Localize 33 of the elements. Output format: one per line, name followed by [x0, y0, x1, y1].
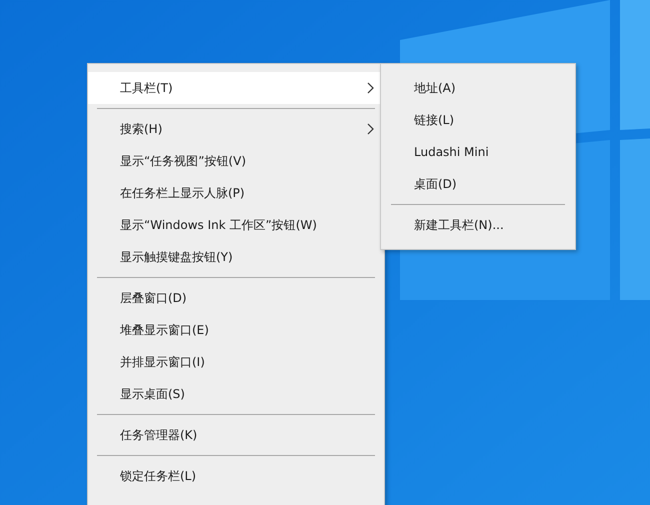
- menu-item-label: 任务管理器(K): [120, 426, 198, 444]
- menu-item[interactable]: 显示桌面(S): [88, 378, 384, 410]
- menu-item[interactable]: 显示触摸键盘按钮(Y): [88, 241, 384, 273]
- menu-item[interactable]: 锁定任务栏(L): [88, 460, 384, 492]
- menu-item-label: 桌面(D): [414, 176, 458, 192]
- menu-item[interactable]: 显示“任务视图”按钮(V): [88, 145, 384, 177]
- menu-item[interactable]: 并排显示窗口(I): [88, 346, 384, 378]
- menu-item[interactable]: 桌面(D): [381, 168, 575, 200]
- menu-item[interactable]: 搜索(H): [88, 113, 384, 145]
- menu-item[interactable]: 层叠窗口(D): [88, 282, 384, 314]
- menu-item[interactable]: 堆叠显示窗口(E): [88, 314, 384, 346]
- menu-item[interactable]: Ludashi Mini: [381, 136, 575, 168]
- menu-item-label: 并排显示窗口(I): [120, 354, 206, 370]
- menu-item-label: 链接(L): [414, 112, 456, 128]
- menu-item-label: 显示“Windows Ink 工作区”按钮(W): [120, 216, 318, 234]
- menu-item[interactable]: 地址(A): [381, 72, 575, 104]
- menu-item-label: 在任务栏上显示人脉(P): [120, 184, 246, 202]
- menu-item-label: 搜索(H): [120, 120, 164, 138]
- menu-item[interactable]: 在任务栏上显示人脉(P): [88, 177, 384, 209]
- menu-item-label: 地址(A): [414, 80, 457, 96]
- menu-item-label: 工具栏(T): [120, 80, 174, 96]
- menu-item-label: 层叠窗口(D): [120, 290, 188, 306]
- menu-item-label: Ludashi Mini: [414, 145, 490, 159]
- menu-item[interactable]: 显示“Windows Ink 工作区”按钮(W): [88, 209, 384, 241]
- menu-item-label: 新建工具栏(N)...: [414, 216, 505, 234]
- menu-item[interactable]: 链接(L): [381, 104, 575, 136]
- menu-item-label: 堆叠显示窗口(E): [120, 322, 210, 338]
- menu-item-label: 锁定任务栏(L): [120, 468, 198, 484]
- menu-item-label: 显示“任务视图”按钮(V): [120, 152, 248, 170]
- menu-item-label: 显示触摸键盘按钮(Y): [120, 248, 234, 266]
- menu-item[interactable]: 新建工具栏(N)...: [381, 209, 575, 241]
- menu-item-label: 显示桌面(S): [120, 386, 186, 402]
- menu-item[interactable]: 任务管理器(K): [88, 419, 384, 451]
